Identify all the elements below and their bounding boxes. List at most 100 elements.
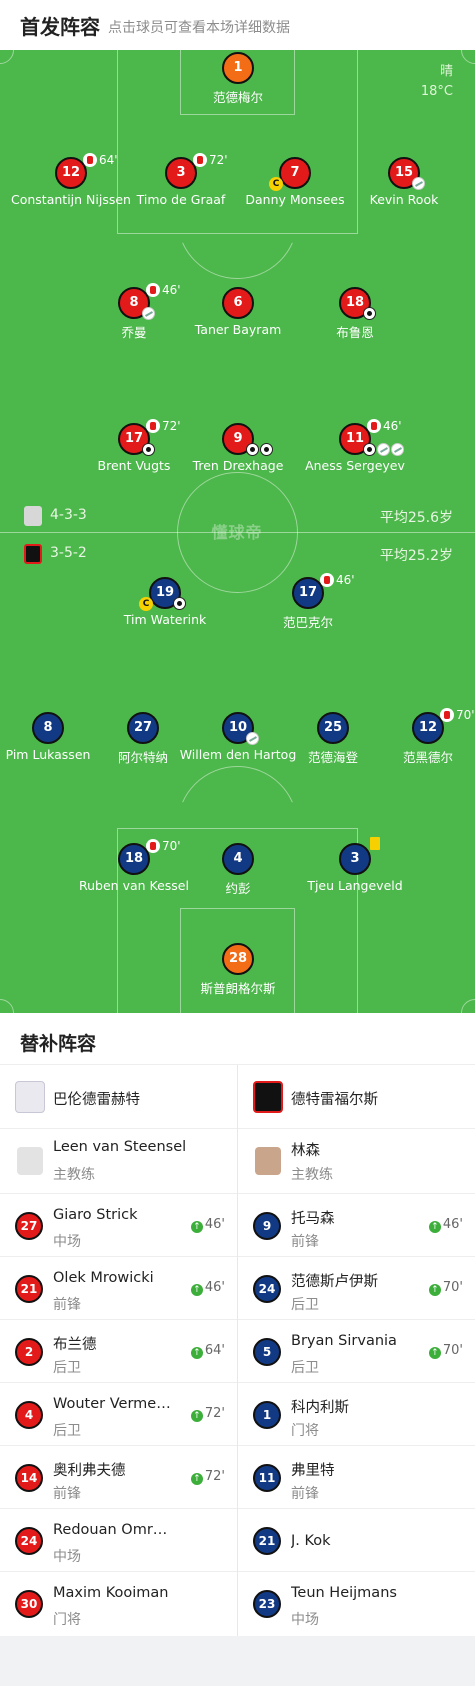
player-number: 6 bbox=[222, 287, 254, 319]
subs-panel: 巴伦德雷赫特 Leen van Steensel 主教练 27 Giaro St… bbox=[0, 1065, 475, 1636]
sub-in-minute: 64' bbox=[204, 1343, 225, 1358]
home-coach[interactable]: Leen van Steensel 主教练 bbox=[0, 1129, 237, 1193]
sub-in-icon: ↑ bbox=[428, 1221, 441, 1233]
home-subs-column: 巴伦德雷赫特 Leen van Steensel 主教练 27 Giaro St… bbox=[0, 1065, 237, 1634]
player-name: Danny Monsees bbox=[245, 192, 345, 207]
sub-row[interactable]: 27 Giaro Strick 中场 ↑ 46' bbox=[0, 1193, 237, 1256]
sub-in-minute: 72' bbox=[204, 1406, 225, 1421]
sub-out-icon bbox=[193, 153, 207, 167]
assist-icon bbox=[377, 443, 390, 456]
sub-in-icon: ↑ bbox=[428, 1284, 441, 1296]
sub-row[interactable]: 24 Redouan Omrani 中场 bbox=[0, 1508, 237, 1571]
player-number: 1 bbox=[222, 52, 254, 84]
sub-in-icon: ↑ bbox=[190, 1221, 203, 1233]
sub-name: 弗里特 bbox=[291, 1463, 335, 1479]
goal-icon bbox=[142, 443, 155, 456]
player-number: 3 bbox=[339, 843, 371, 875]
away-avg-age: 平均25.2岁 bbox=[379, 548, 453, 564]
home-team-logo bbox=[15, 1081, 45, 1113]
sub-in-icon: ↑ bbox=[190, 1473, 203, 1485]
player-marker[interactable]: 12 64' Constantijn Nijssen bbox=[11, 153, 131, 213]
player-name: Taner Bayram bbox=[194, 322, 282, 337]
player-marker[interactable]: 4 约彭 bbox=[183, 843, 293, 899]
sub-name: 科内利斯 bbox=[291, 1400, 349, 1416]
player-name: Timo de Graaf bbox=[136, 192, 226, 207]
player-marker[interactable]: 18 70' Ruben van Kessel bbox=[79, 839, 189, 899]
sub-in-time: ↑ 46' bbox=[190, 1217, 225, 1233]
sub-row[interactable]: 1 科内利斯 门将 bbox=[238, 1382, 475, 1445]
player-number: 8 bbox=[32, 712, 64, 744]
sub-name: 范德斯卢伊斯 bbox=[291, 1274, 378, 1290]
sub-name: 托马森 bbox=[291, 1211, 335, 1227]
yellow-card-icon bbox=[370, 837, 380, 850]
sub-name: Teun Heijmans bbox=[291, 1585, 397, 1601]
sub-row[interactable]: 5 Bryan Sirvania 后卫 ↑ 70' bbox=[238, 1319, 475, 1382]
coach-name: Leen van Steensel bbox=[53, 1139, 187, 1155]
sub-row[interactable]: 14 奥利弗夫德 前锋 ↑ 72' bbox=[0, 1445, 237, 1508]
sub-row[interactable]: 30 Maxim Kooiman 门将 bbox=[0, 1571, 237, 1634]
sub-in-minute: 72' bbox=[204, 1469, 225, 1484]
sub-row[interactable]: 9 托马森 前锋 ↑ 46' bbox=[238, 1193, 475, 1256]
subs-title: 替补阵容 bbox=[0, 1013, 475, 1065]
sub-row[interactable]: 23 Teun Heijmans 中场 bbox=[238, 1571, 475, 1634]
home-formation: 4-3-3 bbox=[50, 507, 87, 523]
sub-name: J. Kok bbox=[291, 1533, 331, 1549]
player-marker[interactable]: 19 C Tim Waterink bbox=[110, 577, 220, 633]
player-number: 4 bbox=[222, 843, 254, 875]
sub-number: 2 bbox=[15, 1338, 43, 1366]
sub-position: 门将 bbox=[291, 1423, 319, 1439]
sub-row[interactable]: 21 Olek Mrowicki 前锋 ↑ 46' bbox=[0, 1256, 237, 1319]
player-name: Tjeu Langeveld bbox=[307, 878, 403, 893]
sub-row[interactable]: 4 Wouter Vermeulen 后卫 ↑72' bbox=[0, 1382, 237, 1445]
sub-in-time: ↑ 70' bbox=[428, 1343, 463, 1359]
player-name: Tren Drexhage bbox=[192, 458, 284, 473]
assist-icon bbox=[246, 732, 259, 745]
player-marker[interactable]: 28 斯普朗格尔斯 bbox=[183, 943, 293, 999]
player-marker[interactable]: 12 70' 范黑德尔 bbox=[373, 708, 475, 768]
player-marker[interactable]: 18 布鲁恩 bbox=[300, 287, 410, 343]
away-coach[interactable]: 林森 主教练 bbox=[238, 1129, 475, 1193]
player-number: 17 bbox=[292, 577, 324, 609]
sub-number: 30 bbox=[15, 1590, 43, 1618]
player-marker[interactable]: 3 72' Timo de Graaf bbox=[126, 153, 236, 213]
player-marker[interactable]: 7 C Danny Monsees bbox=[240, 157, 350, 213]
player-marker[interactable]: 6 Taner Bayram bbox=[183, 287, 293, 343]
sub-number: 24 bbox=[253, 1275, 281, 1303]
sub-row[interactable]: 21 J. Kok bbox=[238, 1508, 475, 1571]
sub-number: 27 bbox=[15, 1212, 43, 1240]
sub-row[interactable]: 11 弗里特 前锋 bbox=[238, 1445, 475, 1508]
sub-in-icon: ↑ bbox=[190, 1347, 203, 1359]
sub-number: 21 bbox=[15, 1275, 43, 1303]
sub-in-minute: 70' bbox=[442, 1343, 463, 1358]
away-team-header: 德特雷福尔斯 bbox=[238, 1065, 475, 1129]
player-marker[interactable]: 1 范德梅尔 bbox=[183, 52, 293, 108]
away-team-logo bbox=[253, 1081, 283, 1113]
sub-out-icon bbox=[83, 153, 97, 167]
player-marker[interactable]: 15 Kevin Rook bbox=[349, 157, 459, 213]
sub-in-minute: 70' bbox=[442, 1280, 463, 1295]
player-name: 范德梅尔 bbox=[212, 90, 263, 105]
away-team-logo bbox=[24, 544, 42, 564]
sub-name: 奥利弗夫德 bbox=[53, 1463, 126, 1479]
sub-name: Giaro Strick bbox=[53, 1207, 138, 1223]
player-marker[interactable]: 9 Tren Drexhage bbox=[183, 423, 293, 479]
sub-out-icon bbox=[320, 573, 334, 587]
player-marker[interactable]: 3 Tjeu Langeveld bbox=[300, 837, 410, 899]
player-number: 12 bbox=[55, 157, 87, 189]
sub-name: Redouan Omrani bbox=[53, 1522, 173, 1538]
sub-row[interactable]: 24 范德斯卢伊斯 后卫 ↑ 70' bbox=[238, 1256, 475, 1319]
player-name: Kevin Rook bbox=[369, 192, 439, 207]
sub-position: 前锋 bbox=[291, 1234, 319, 1250]
home-team-logo bbox=[24, 506, 42, 526]
weather-temp: 18°C bbox=[420, 84, 453, 99]
captain-badge: C bbox=[139, 597, 153, 611]
lineup-page: 首发阵容 点击球员可查看本场详细数据 懂球帝 晴 18°C 4-3-3 平均25… bbox=[0, 0, 475, 1686]
player-marker[interactable]: 17 72' Brent Vugts bbox=[79, 419, 189, 479]
player-marker[interactable]: 17 46' 范巴克尔 bbox=[253, 573, 363, 633]
sub-row[interactable]: 2 布兰德 后卫 ↑ 64' bbox=[0, 1319, 237, 1382]
player-marker[interactable]: 8 46' 乔曼 bbox=[79, 283, 189, 343]
sub-position: 后卫 bbox=[53, 1423, 81, 1439]
header: 首发阵容 点击球员可查看本场详细数据 bbox=[0, 0, 475, 50]
sub-name: Olek Mrowicki bbox=[53, 1270, 154, 1286]
player-marker[interactable]: 11 46' Aness Sergeyev bbox=[300, 419, 410, 479]
